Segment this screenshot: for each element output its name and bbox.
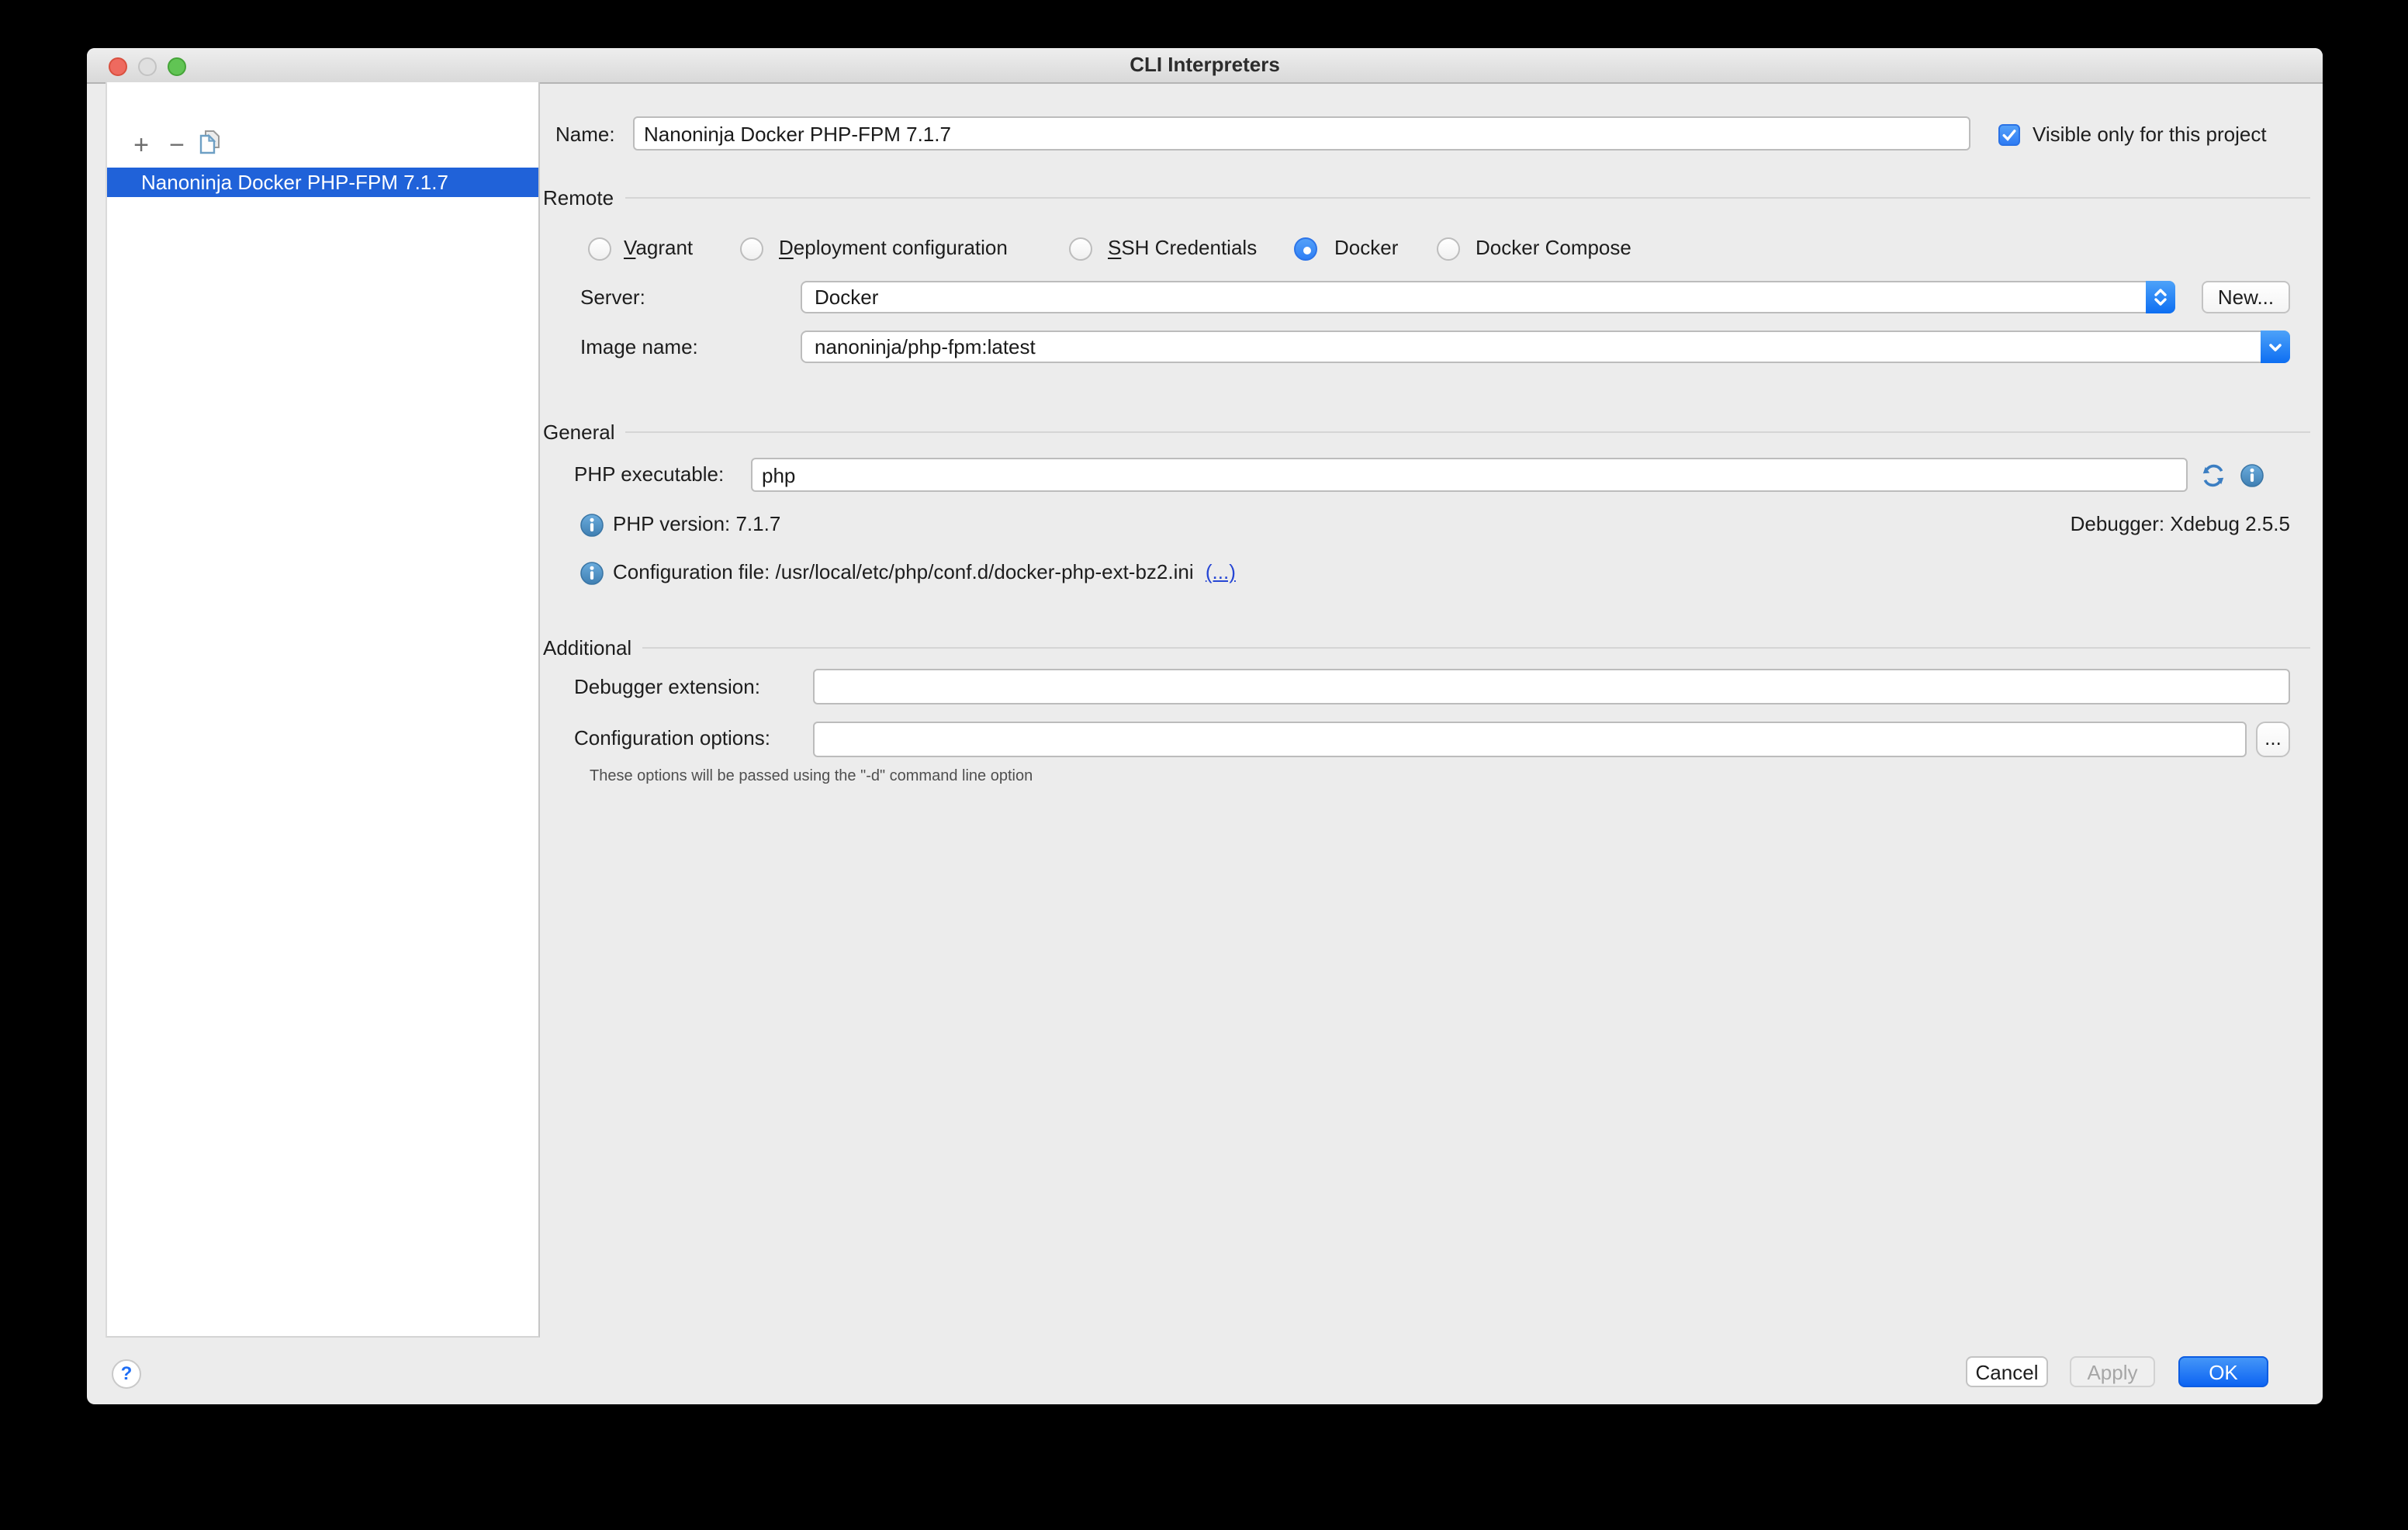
reload-php-info-icon[interactable] xyxy=(2202,464,2225,487)
php-executable-input[interactable] xyxy=(751,458,2188,492)
radio-docker-compose[interactable] xyxy=(1437,237,1460,261)
section-rule xyxy=(642,646,2310,648)
radio-ssh-credentials-label[interactable]: SSH Credentials xyxy=(1108,236,1257,261)
radio-docker-compose-label[interactable]: Docker Compose xyxy=(1476,236,1631,261)
name-label: Name: xyxy=(555,123,615,147)
configuration-options-label: Configuration options: xyxy=(574,726,770,751)
radio-deployment-configuration-label[interactable]: Deployment configuration xyxy=(779,236,1008,261)
server-select-value: Docker xyxy=(815,286,878,309)
image-name-dropdown-icon[interactable] xyxy=(2261,331,2290,363)
config-file-show-link[interactable]: (...) xyxy=(1206,560,1236,583)
image-name-combobox[interactable]: nanoninja/php-fpm:latest xyxy=(801,331,2290,363)
section-rule xyxy=(626,431,2311,432)
config-file-text: Configuration file: /usr/local/etc/php/c… xyxy=(613,560,1194,583)
php-executable-label: PHP executable: xyxy=(574,462,724,487)
window-title: CLI Interpreters xyxy=(87,48,2323,82)
apply-button[interactable]: Apply xyxy=(2070,1356,2155,1387)
server-select-stepper-icon[interactable] xyxy=(2146,281,2175,313)
radio-ssh-credentials[interactable] xyxy=(1069,237,1092,261)
list-item[interactable]: Nanoninja Docker PHP-FPM 7.1.7 xyxy=(107,168,538,197)
ok-button[interactable]: OK xyxy=(2178,1356,2268,1387)
image-name-value: nanoninja/php-fpm:latest xyxy=(815,335,1036,358)
debugger-extension-input[interactable] xyxy=(813,669,2290,704)
debugger-extension-label: Debugger extension: xyxy=(574,675,760,700)
copy-interpreter-icon[interactable] xyxy=(197,129,225,157)
server-label: Server: xyxy=(580,286,645,310)
radio-docker-label[interactable]: Docker xyxy=(1334,236,1398,261)
general-section-title: General xyxy=(543,420,615,443)
title-bar[interactable]: CLI Interpreters xyxy=(87,48,2323,84)
remote-section-header: Remote xyxy=(543,185,2310,209)
visible-only-checkbox[interactable] xyxy=(1998,124,2020,146)
section-rule xyxy=(624,196,2310,198)
add-interpreter-button[interactable]: + xyxy=(127,132,155,160)
options-note: These options will be passed using the "… xyxy=(590,768,1033,785)
image-name-label: Image name: xyxy=(580,335,698,360)
radio-deployment-configuration[interactable] xyxy=(740,237,763,261)
server-select[interactable]: Docker xyxy=(801,281,2175,313)
additional-section-header: Additional xyxy=(543,635,2310,659)
remote-section-title: Remote xyxy=(543,185,614,209)
interpreters-list-panel: + − Nanoninja Docker PHP-FPM 7.1.7 xyxy=(106,82,540,1338)
radio-vagrant[interactable] xyxy=(588,237,611,261)
browse-options-button[interactable]: ... xyxy=(2256,722,2290,757)
configuration-options-input[interactable] xyxy=(813,722,2247,757)
additional-section-title: Additional xyxy=(543,635,631,659)
help-button[interactable]: ? xyxy=(112,1359,141,1389)
general-section-header: General xyxy=(543,419,2310,444)
config-file-row: Configuration file: /usr/local/etc/php/c… xyxy=(613,560,1236,585)
visible-only-label: Visible only for this project xyxy=(2033,123,2267,147)
php-executable-info-icon[interactable] xyxy=(2240,464,2264,487)
config-file-info-icon xyxy=(580,562,604,585)
cancel-button[interactable]: Cancel xyxy=(1966,1356,2048,1387)
new-server-button[interactable]: New... xyxy=(2202,281,2290,313)
list-item-label: Nanoninja Docker PHP-FPM 7.1.7 xyxy=(141,171,448,194)
name-input[interactable] xyxy=(633,116,1970,151)
remove-interpreter-button[interactable]: − xyxy=(163,132,191,160)
php-version-info-icon xyxy=(580,514,604,537)
php-version-text: PHP version: 7.1.7 xyxy=(613,512,780,537)
cli-interpreters-dialog: CLI Interpreters + − Nanoninja Docker PH… xyxy=(87,48,2323,1404)
radio-vagrant-label[interactable]: Vagrant xyxy=(624,236,693,261)
radio-docker[interactable] xyxy=(1294,237,1317,261)
screen: CLI Interpreters + − Nanoninja Docker PH… xyxy=(0,0,2408,1530)
check-icon xyxy=(2000,126,2019,144)
debugger-version-text: Debugger: Xdebug 2.5.5 xyxy=(2071,512,2290,537)
